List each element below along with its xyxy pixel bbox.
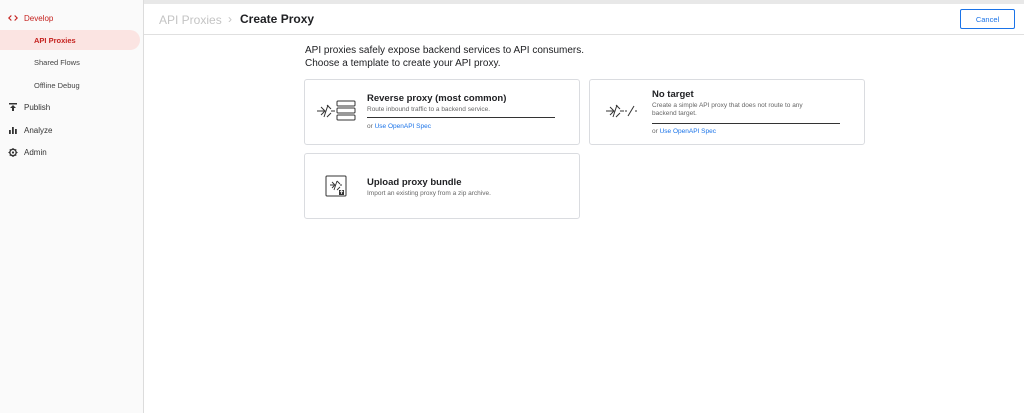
breadcrumb-separator: › [228,12,232,26]
gear-icon [8,147,18,157]
sidebar-item-shared-flows[interactable]: Shared Flows [0,52,140,72]
card-notarget-title: No target [652,89,694,100]
intro-text: API proxies safely expose backend servic… [305,44,584,70]
nav-publish[interactable]: Publish [0,98,50,116]
upload-bundle-icon [325,175,347,202]
card-notarget-desc-line-1: Create a simple API proxy that does not … [652,102,803,109]
page-title: Create Proxy [240,12,315,26]
breadcrumb-api-proxies[interactable]: API Proxies [159,13,222,27]
card-upload-bundle[interactable]: Upload proxy bundle Import an existing p… [304,153,580,219]
nav-admin-label: Admin [24,147,47,157]
use-openapi-spec-link[interactable]: Use OpenAPI Spec [660,128,716,135]
code-icon [8,13,18,23]
spec-prefix: or [367,123,375,130]
card-notarget-desc: Create a simple API proxy that does not … [652,102,803,118]
card-notarget-divider [652,123,840,124]
card-reverse-title: Reverse proxy (most common) [367,93,507,104]
spec-prefix: or [652,128,660,135]
sidebar-item-offline-debug[interactable]: Offline Debug [0,75,140,95]
nav-publish-label: Publish [24,102,51,112]
use-openapi-spec-link[interactable]: Use OpenAPI Spec [375,123,431,130]
card-reverse-spec: or Use OpenAPI Spec [367,123,431,130]
nav-analyze[interactable]: Analyze [0,121,52,139]
intro-line-2: Choose a template to create your API pro… [305,58,501,69]
reverse-proxy-icon [315,100,357,127]
card-upload-title: Upload proxy bundle [367,177,462,188]
page-header: API Proxies › Create Proxy Cancel [144,4,1024,35]
nav-analyze-label: Analyze [24,125,53,135]
sidebar: Develop API Proxies Shared Flows Offline… [0,0,144,413]
cancel-button[interactable]: Cancel [960,9,1015,29]
sidebar-item-label: Shared Flows [34,57,80,67]
card-reverse-proxy[interactable]: Reverse proxy (most common) Route inboun… [304,79,580,145]
nav-develop-label: Develop [24,13,54,23]
intro-line-1: API proxies safely expose backend servic… [305,45,585,56]
nav-admin[interactable]: Admin [0,143,47,161]
sidebar-item-label: Offline Debug [34,80,80,90]
card-notarget-desc-line-2: backend target. [652,110,697,117]
card-no-target[interactable]: No target Create a simple API proxy that… [589,79,865,145]
card-reverse-desc: Route inbound traffic to a backend servi… [367,106,491,113]
bar-chart-icon [8,125,18,135]
card-upload-desc: Import an existing proxy from a zip arch… [367,190,491,197]
card-notarget-spec: or Use OpenAPI Spec [652,128,716,135]
nav-develop[interactable]: Develop [0,9,53,27]
main-content: API proxies safely expose backend servic… [144,35,1024,413]
no-target-icon [604,100,638,127]
sidebar-item-label: API Proxies [34,35,76,45]
sidebar-item-api-proxies[interactable]: API Proxies [0,30,140,50]
card-reverse-divider [367,117,555,118]
publish-icon [8,102,18,112]
